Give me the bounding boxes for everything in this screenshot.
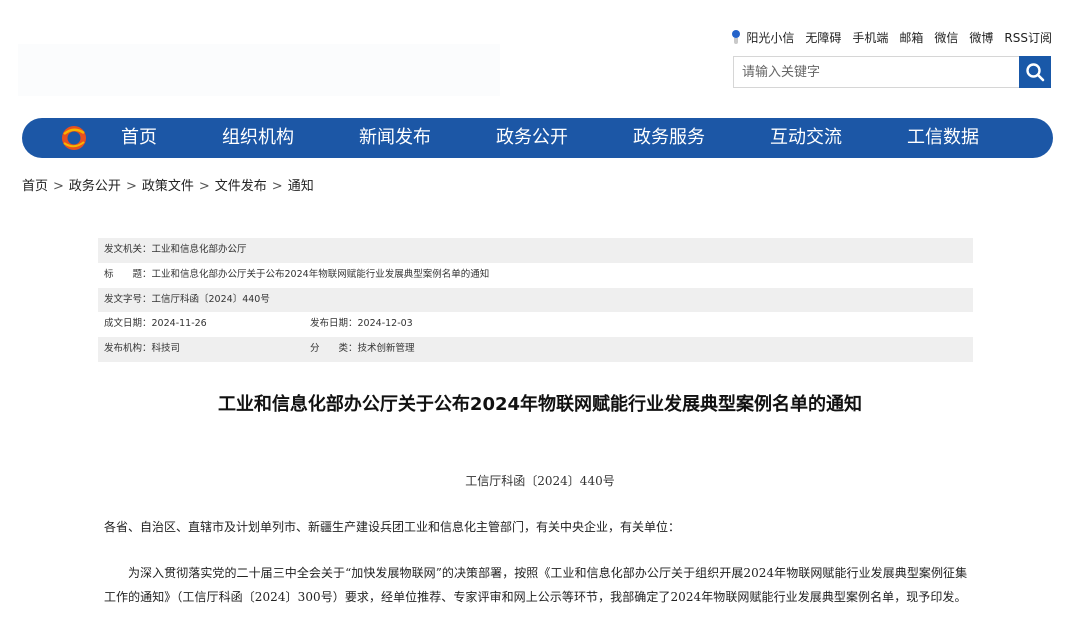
- nav-item-gov-services[interactable]: 政务服务: [633, 118, 705, 158]
- meta-title-value: 工业和信息化部办公厅关于公布2024年物联网赋能行业发展典型案例名单的通知: [151, 268, 490, 280]
- nav-item-organization[interactable]: 组织机构: [222, 118, 294, 158]
- meta-written-date-label: 成文日期：: [104, 318, 152, 330]
- search-button[interactable]: [1019, 56, 1051, 88]
- meta-row-org: 发布机构：科技司 分 类：技术创新管理: [98, 337, 973, 362]
- top-link-sunshine[interactable]: 阳光小信: [730, 29, 794, 46]
- meta-category-label: 分 类：: [310, 343, 358, 355]
- top-link-mobile[interactable]: 手机端: [852, 29, 888, 46]
- document-paragraph: 为深入贯彻落实党的二十届三中全会关于“加快发展物联网”的决策部署，按照《工业和信…: [104, 566, 968, 604]
- top-link-rss[interactable]: RSS订阅: [1004, 29, 1052, 46]
- breadcrumb-separator: >: [271, 179, 283, 194]
- breadcrumb-separator: >: [198, 179, 210, 194]
- top-link-wechat[interactable]: 微信: [934, 29, 958, 46]
- document-metadata: 发文机关：工业和信息化部办公厅 标 题：工业和信息化部办公厅关于公布2024年物…: [98, 238, 973, 362]
- nav-item-data[interactable]: 工信数据: [907, 118, 979, 158]
- meta-issuer-value: 工业和信息化部办公厅: [151, 244, 247, 255]
- meta-row-title: 标 题：工业和信息化部办公厅关于公布2024年物联网赋能行业发展典型案例名单的通…: [98, 263, 973, 288]
- meta-doc-number-value: 工信厅科函〔2024〕440号: [151, 293, 270, 305]
- document-title: 工业和信息化部办公厅关于公布2024年物联网赋能行业发展典型案例名单的通知: [217, 394, 863, 415]
- meta-published-date-value: 2024-12-03: [357, 318, 413, 330]
- search-input[interactable]: [734, 57, 1019, 87]
- breadcrumb-doc-release[interactable]: 文件发布: [215, 179, 267, 194]
- sunshine-icon: [730, 30, 742, 44]
- breadcrumb-separator: >: [53, 179, 64, 194]
- breadcrumb: 首页 > 政务公开 > 政策文件 > 文件发布 > 通知: [22, 175, 314, 194]
- meta-row-dates: 成文日期：2024-11-26 发布日期：2024-12-03: [98, 312, 973, 337]
- search-box: [733, 56, 1051, 88]
- meta-doc-number-label: 发文字号：: [104, 293, 152, 305]
- breadcrumb-home[interactable]: 首页: [22, 179, 48, 194]
- top-link-email[interactable]: 邮箱: [899, 29, 923, 46]
- meta-org-value: 科技司: [151, 343, 181, 355]
- document-number: 工信厅科函〔2024〕440号: [465, 474, 615, 488]
- meta-published-date: 发布日期：2024-12-03: [310, 312, 413, 337]
- nav-item-public-affairs[interactable]: 政务公开: [496, 118, 568, 158]
- meta-title-label: 标 题：: [104, 268, 152, 280]
- top-link-accessibility[interactable]: 无障碍: [805, 29, 841, 46]
- meta-category: 分 类：技术创新管理: [310, 337, 415, 362]
- meta-published-date-label: 发布日期：: [310, 318, 358, 330]
- nav-item-interaction[interactable]: 互动交流: [770, 118, 842, 158]
- nav-item-home[interactable]: 首页: [121, 118, 157, 158]
- meta-row-doc-number: 发文字号：工信厅科函〔2024〕440号: [98, 287, 973, 313]
- breadcrumb-separator: >: [125, 179, 137, 194]
- nav-item-news[interactable]: 新闻发布: [359, 118, 431, 158]
- breadcrumb-public-affairs[interactable]: 政务公开: [69, 179, 121, 194]
- document-salutation: 各省、自治区、直辖市及计划单列市、新疆生产建设兵团工业和信息化主管部门，有关中央…: [104, 520, 681, 534]
- breadcrumb-notice[interactable]: 通知: [288, 179, 314, 194]
- ministry-emblem-icon: [62, 126, 86, 150]
- top-links: 阳光小信 无障碍 手机端 邮箱 微信 微博 RSS订阅: [730, 29, 1052, 46]
- search-icon: [1026, 63, 1045, 82]
- top-link-weibo[interactable]: 微博: [969, 29, 993, 46]
- breadcrumb-policy-docs[interactable]: 政策文件: [142, 179, 194, 194]
- meta-written-date-value: 2024-11-26: [151, 318, 207, 330]
- meta-category-value: 技术创新管理: [357, 343, 415, 355]
- meta-org-label: 发布机构：: [104, 343, 152, 355]
- meta-issuer-label: 发文机关：: [104, 244, 152, 255]
- site-logo-area: [18, 44, 500, 96]
- main-nav: 首页 组织机构 新闻发布 政务公开 政务服务 互动交流 工信数据: [22, 118, 1053, 158]
- meta-row-issuer: 发文机关：工业和信息化部办公厅: [98, 238, 973, 263]
